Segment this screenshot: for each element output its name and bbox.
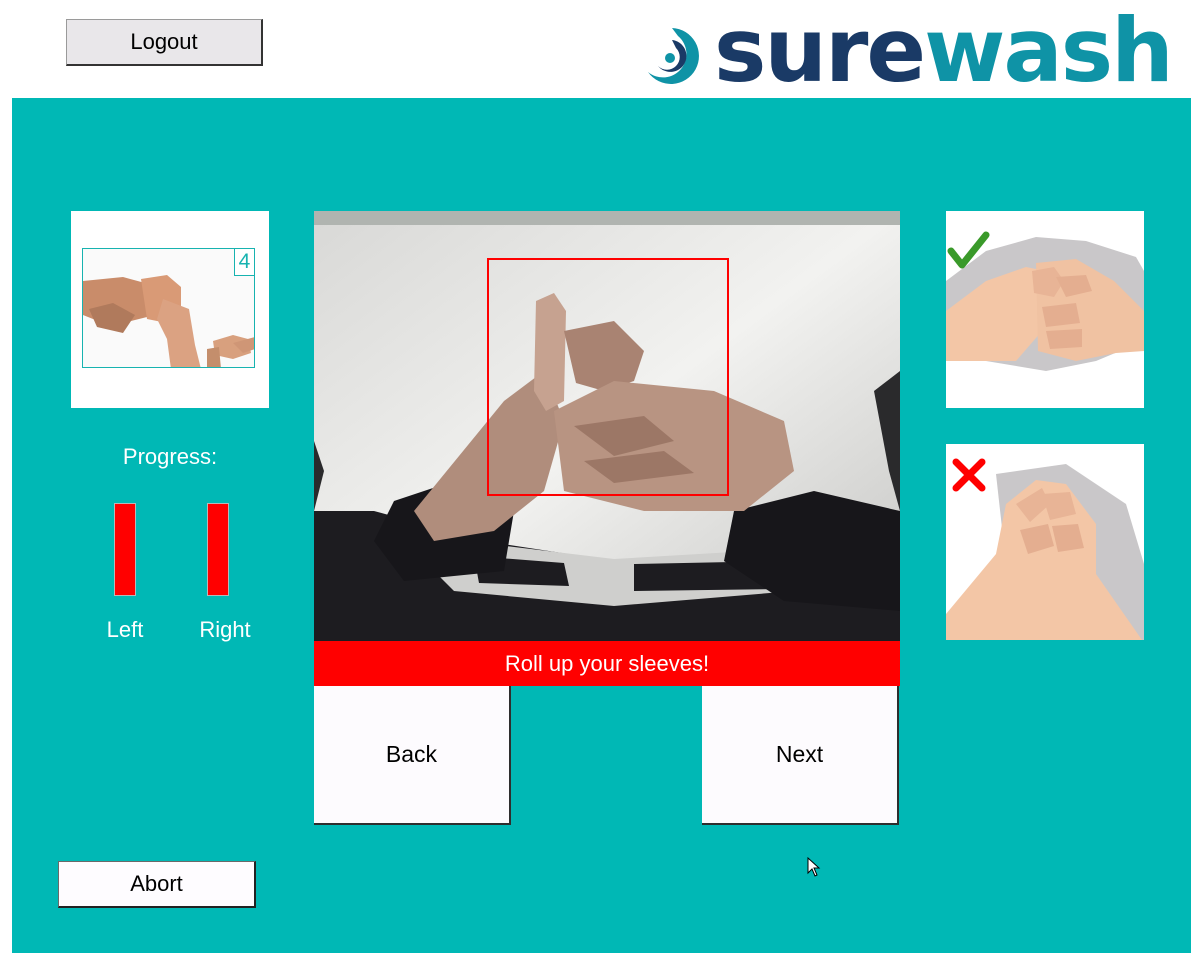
logo-text-wash: wash xyxy=(924,0,1174,102)
mouse-cursor-icon xyxy=(807,857,821,877)
left-progress-bar xyxy=(114,503,136,596)
surewash-logo: surewash xyxy=(638,7,1186,95)
logo-text-sure: sure xyxy=(714,0,926,102)
abort-button[interactable]: Abort xyxy=(58,861,256,908)
step-hands-image xyxy=(83,249,254,367)
logo-wave-icon xyxy=(648,28,699,84)
logout-button[interactable]: Logout xyxy=(66,19,263,66)
incorrect-hands-image xyxy=(946,444,1144,640)
progress-label: Progress: xyxy=(122,444,218,469)
next-button[interactable]: Next xyxy=(702,686,899,825)
incorrect-example-image xyxy=(946,444,1144,640)
status-message: Roll up your sleeves! xyxy=(314,641,900,686)
main-area: 4 Progress: Left Right Roll up your slee… xyxy=(12,98,1191,953)
correct-hands-image xyxy=(946,211,1144,408)
step-thumbnail: 4 xyxy=(71,211,269,408)
camera-image xyxy=(314,211,900,641)
right-progress-bar xyxy=(207,503,229,596)
header-bar: Logout surewash xyxy=(0,0,1191,98)
logo-wordmark: surewash xyxy=(714,7,1174,95)
back-button[interactable]: Back xyxy=(314,686,511,825)
correct-example-image xyxy=(946,211,1144,408)
left-progress-label: Left xyxy=(106,617,144,642)
step-thumbnail-frame: 4 xyxy=(82,248,255,368)
camera-feed xyxy=(314,211,900,641)
right-progress-label: Right xyxy=(199,617,251,642)
step-number: 4 xyxy=(234,249,254,276)
